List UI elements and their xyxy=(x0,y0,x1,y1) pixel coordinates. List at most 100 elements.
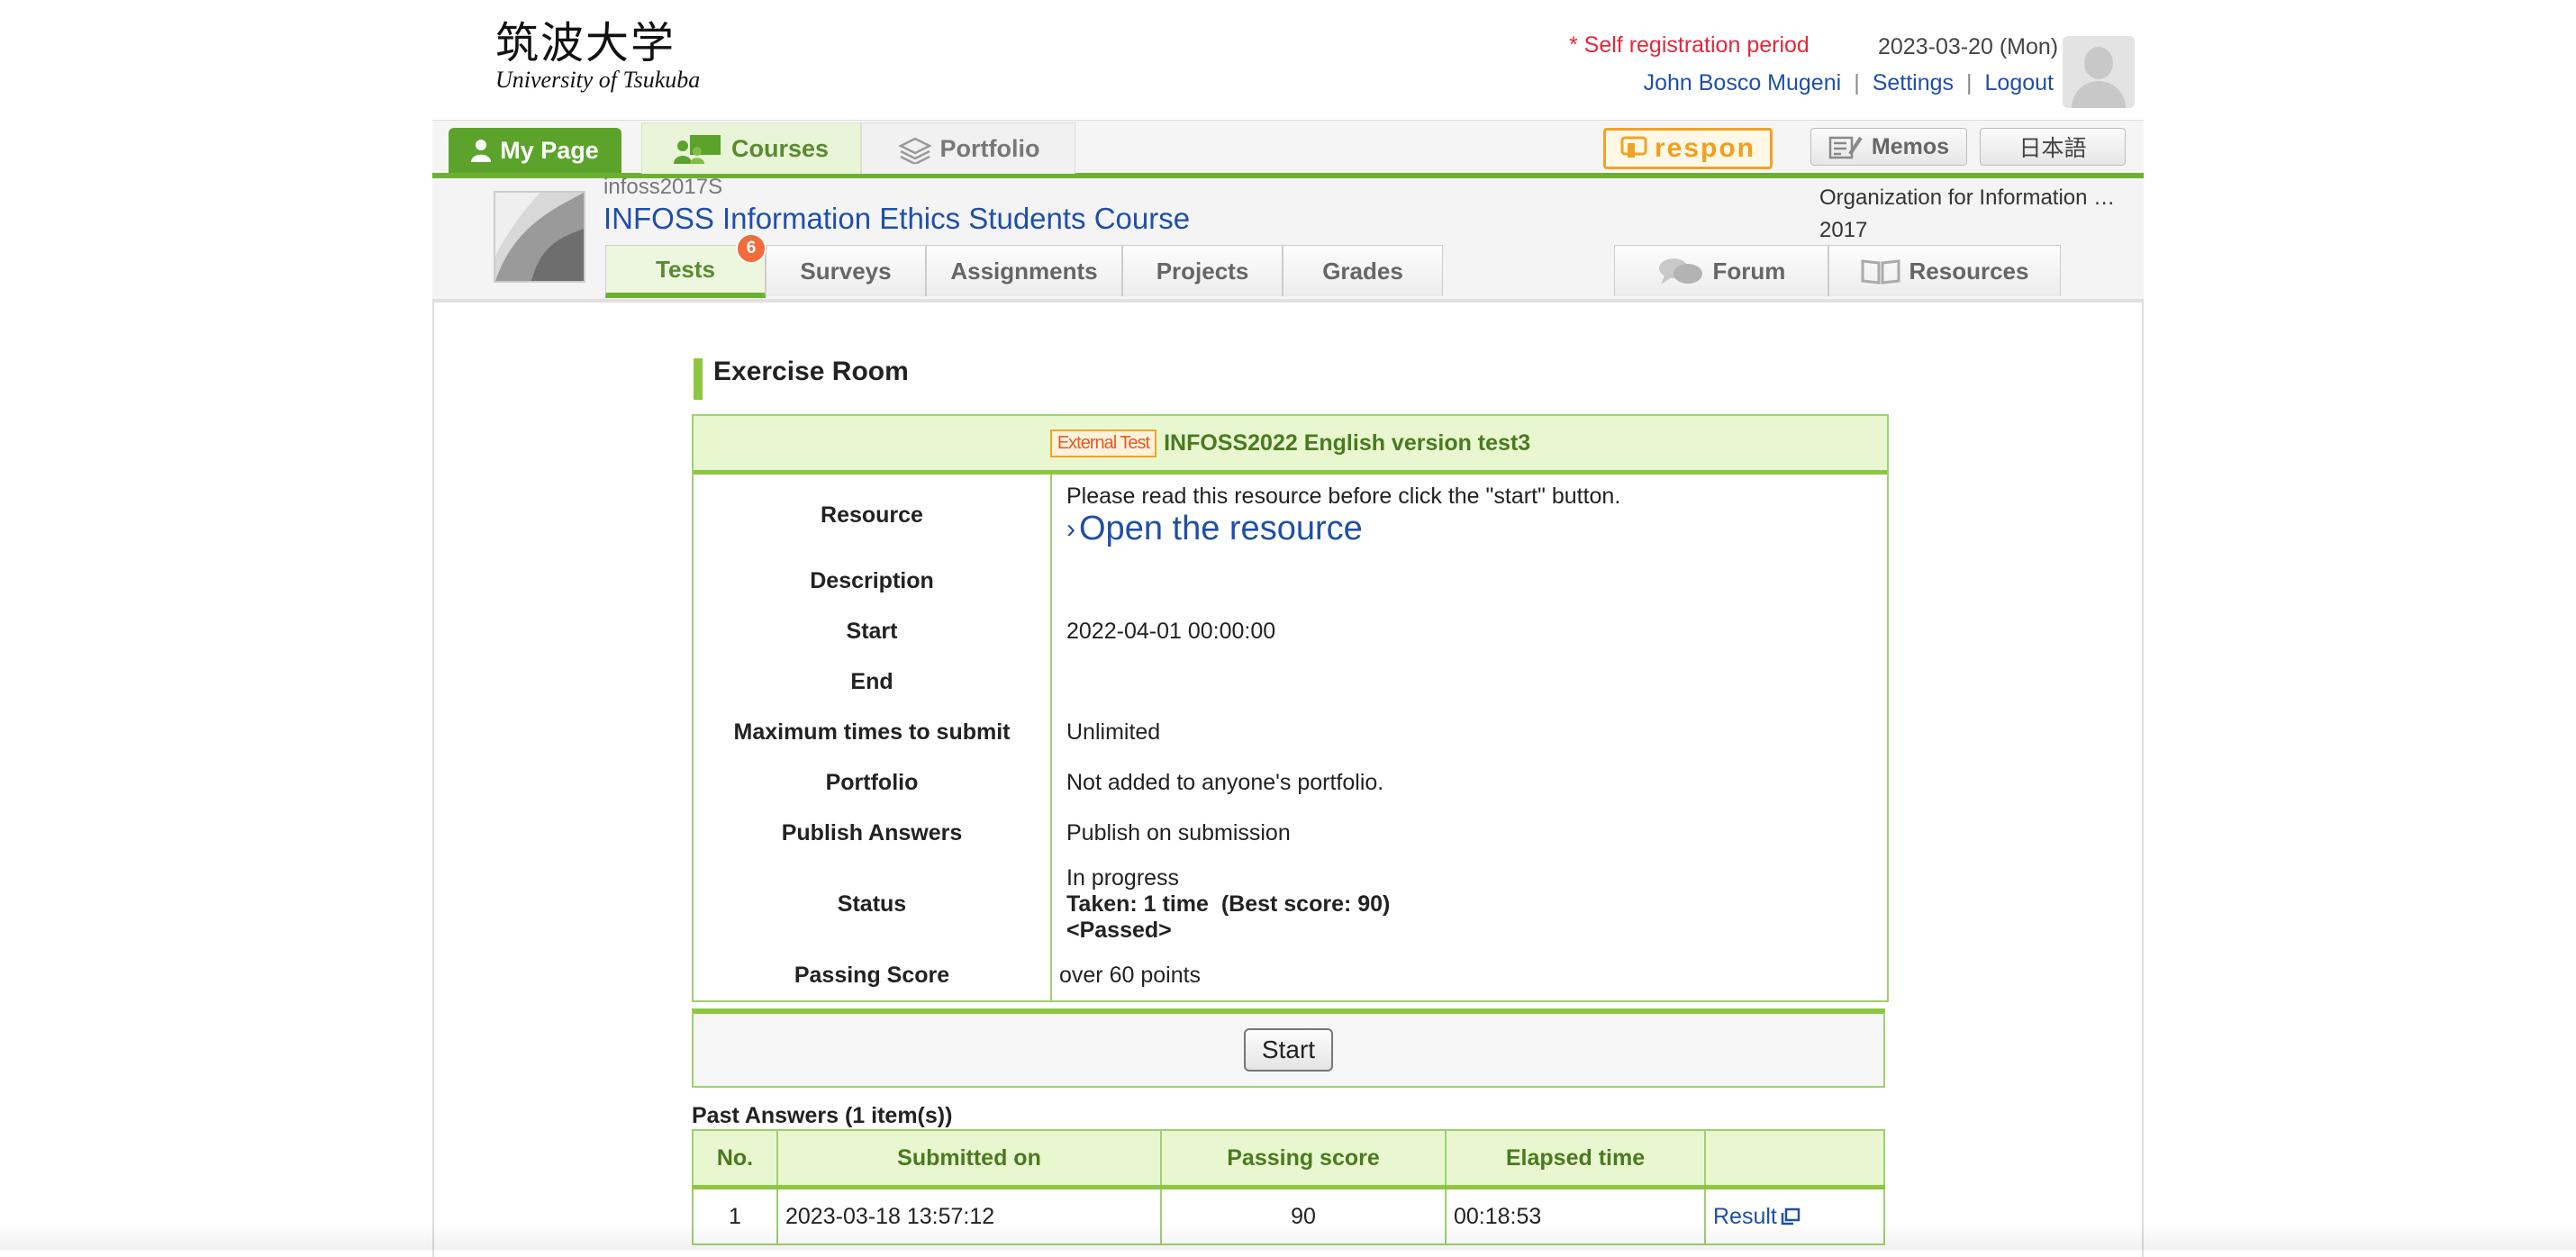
tab-projects[interactable]: Projects xyxy=(1122,245,1283,296)
status-passed: <Passed> xyxy=(1066,917,1172,943)
book-icon xyxy=(1861,259,1900,285)
organization-year: 2017 xyxy=(1819,218,1868,242)
open-window-icon xyxy=(1781,1207,1800,1225)
tab-surveys[interactable]: Surveys xyxy=(766,245,926,296)
respon-label: respon xyxy=(1654,133,1756,163)
course-organization: Organization for Information … 2017 xyxy=(1819,182,2126,247)
column-header: Elapsed time xyxy=(1445,1129,1706,1189)
settings-link[interactable]: Settings xyxy=(1873,70,1954,95)
current-date: 2023-03-20 (Mon) xyxy=(1878,34,2059,59)
logout-link[interactable]: Logout xyxy=(1985,70,2054,95)
detail-row-max-submit: Maximum times to submit Unlimited xyxy=(694,707,1887,757)
row-label: Passing Score xyxy=(694,950,1052,1000)
respon-button[interactable]: respon xyxy=(1603,128,1773,169)
detail-row-passing-score: Passing Score over 60 points xyxy=(694,950,1887,1000)
row-label: Maximum times to submit xyxy=(694,707,1052,757)
row-label: Start xyxy=(694,606,1052,656)
row-value: Please read this resource before click t… xyxy=(1052,475,1887,556)
self-registration-notice: * Self registration period xyxy=(1569,32,1810,58)
respon-icon xyxy=(1620,136,1647,158)
person-icon xyxy=(471,140,492,162)
resource-note: Please read this resource before click t… xyxy=(1066,484,1621,509)
tab-label: Assignments xyxy=(950,257,1098,285)
row-label: Status xyxy=(694,858,1052,950)
past-answers-title: Past Answers (1 item(s)) xyxy=(692,1103,953,1128)
avatar-body-shape xyxy=(2072,81,2126,108)
user-links: John Bosco Mugeni | Settings | Logout xyxy=(1644,70,2054,96)
row-label: Description xyxy=(694,556,1052,606)
bottom-edge-shadow xyxy=(0,1225,2576,1250)
detail-row-start: Start 2022-04-01 00:00:00 xyxy=(694,606,1887,656)
tab-label: Courses xyxy=(730,134,830,162)
open-resource-link[interactable]: › Open the resource xyxy=(1066,510,1887,548)
course-thumbnail xyxy=(494,191,585,283)
detail-row-resource: Resource Please read this resource befor… xyxy=(694,475,1887,556)
tab-tests[interactable]: Tests 6 xyxy=(605,233,766,298)
start-button[interactable]: Start xyxy=(1243,1028,1334,1072)
column-header xyxy=(1704,1129,1885,1189)
tab-resources[interactable]: Resources xyxy=(1828,245,2061,296)
row-label: End xyxy=(694,656,1052,707)
row-value: In progress Taken: 1 time (Best score: 9… xyxy=(1052,858,1887,950)
row-value xyxy=(1052,656,1887,707)
portfolio-icon xyxy=(897,137,931,164)
course-code: infoss2017S xyxy=(603,175,723,199)
row-value: Not added to anyone's portfolio. xyxy=(1066,769,1384,795)
test-name: INFOSS2022 English version test3 xyxy=(1164,430,1531,456)
status-text: In progress xyxy=(1066,864,1180,891)
column-header: Passing score xyxy=(1160,1129,1447,1189)
tab-label: My Page xyxy=(500,136,599,164)
course-image-icon xyxy=(495,193,584,281)
tab-label: Projects xyxy=(1156,257,1249,285)
detail-row-status: Status In progress Taken: 1 time (Best s… xyxy=(694,858,1887,950)
tab-grades[interactable]: Grades xyxy=(1283,245,1443,296)
row-label: Portfolio xyxy=(694,757,1052,808)
forum-icon xyxy=(1658,258,1702,285)
main-nav-bar: My Page Courses Portfolio respon Memos 日… xyxy=(432,120,2144,179)
university-logo[interactable]: 筑波大学 University of Tsukuba xyxy=(495,20,712,101)
memos-button[interactable]: Memos xyxy=(1810,128,1967,166)
memo-icon xyxy=(1828,136,1863,159)
tab-portfolio[interactable]: Portfolio xyxy=(861,122,1075,174)
external-test-tag: External Test xyxy=(1049,429,1157,457)
separator: | xyxy=(1854,70,1860,95)
tests-count-badge: 6 xyxy=(736,233,766,264)
memos-label: Memos xyxy=(1871,133,1950,159)
tab-label: Portfolio xyxy=(939,134,1040,162)
course-title[interactable]: INFOSS Information Ethics Students Cours… xyxy=(603,202,1190,236)
row-value xyxy=(1052,556,1887,606)
column-header: No. xyxy=(692,1129,778,1189)
tab-courses[interactable]: Courses xyxy=(641,122,861,174)
tab-label: Resources xyxy=(1909,257,2029,285)
start-panel: Start xyxy=(692,1008,1885,1088)
row-label: Publish Answers xyxy=(694,808,1052,858)
chevron-right-icon: › xyxy=(1066,513,1075,544)
separator: | xyxy=(1966,70,1973,95)
language-button[interactable]: 日本語 xyxy=(1980,128,2126,166)
row-value: Publish on submission xyxy=(1066,819,1291,846)
test-detail-header: External Test INFOSS2022 English version… xyxy=(694,416,1887,475)
tab-my-page[interactable]: My Page xyxy=(449,128,621,173)
detail-row-portfolio: Portfolio Not added to anyone's portfoli… xyxy=(694,757,1887,808)
tab-assignments[interactable]: Assignments xyxy=(926,245,1122,296)
row-value: 2022-04-01 00:00:00 xyxy=(1066,618,1276,644)
row-value: over 60 points xyxy=(1059,962,1202,988)
test-detail-table: External Test INFOSS2022 English version… xyxy=(692,414,1889,1002)
tab-label: Grades xyxy=(1322,257,1403,285)
row-label: Resource xyxy=(694,475,1052,556)
page-title: Exercise Room xyxy=(694,358,909,400)
logo-kanji: 筑波大学 xyxy=(495,18,676,68)
organization-name: Organization for Information … xyxy=(1819,185,2116,210)
course-header: infoss2017S INFOSS Information Ethics St… xyxy=(432,175,2144,303)
avatar[interactable] xyxy=(2063,36,2135,108)
courses-icon xyxy=(673,135,721,164)
tab-forum[interactable]: Forum xyxy=(1614,245,1828,296)
status-taken: Taken: 1 time (Best score: 90) xyxy=(1066,891,1391,917)
table-header-row: No. Submitted on Passing score Elapsed t… xyxy=(692,1129,1885,1189)
tab-label: Surveys xyxy=(800,257,892,285)
column-header: Submitted on xyxy=(776,1129,1162,1189)
user-name-link[interactable]: John Bosco Mugeni xyxy=(1644,70,1842,95)
avatar-head-shape xyxy=(2084,47,2113,79)
detail-row-publish: Publish Answers Publish on submission xyxy=(694,808,1887,858)
open-resource-label: Open the resource xyxy=(1079,510,1363,547)
